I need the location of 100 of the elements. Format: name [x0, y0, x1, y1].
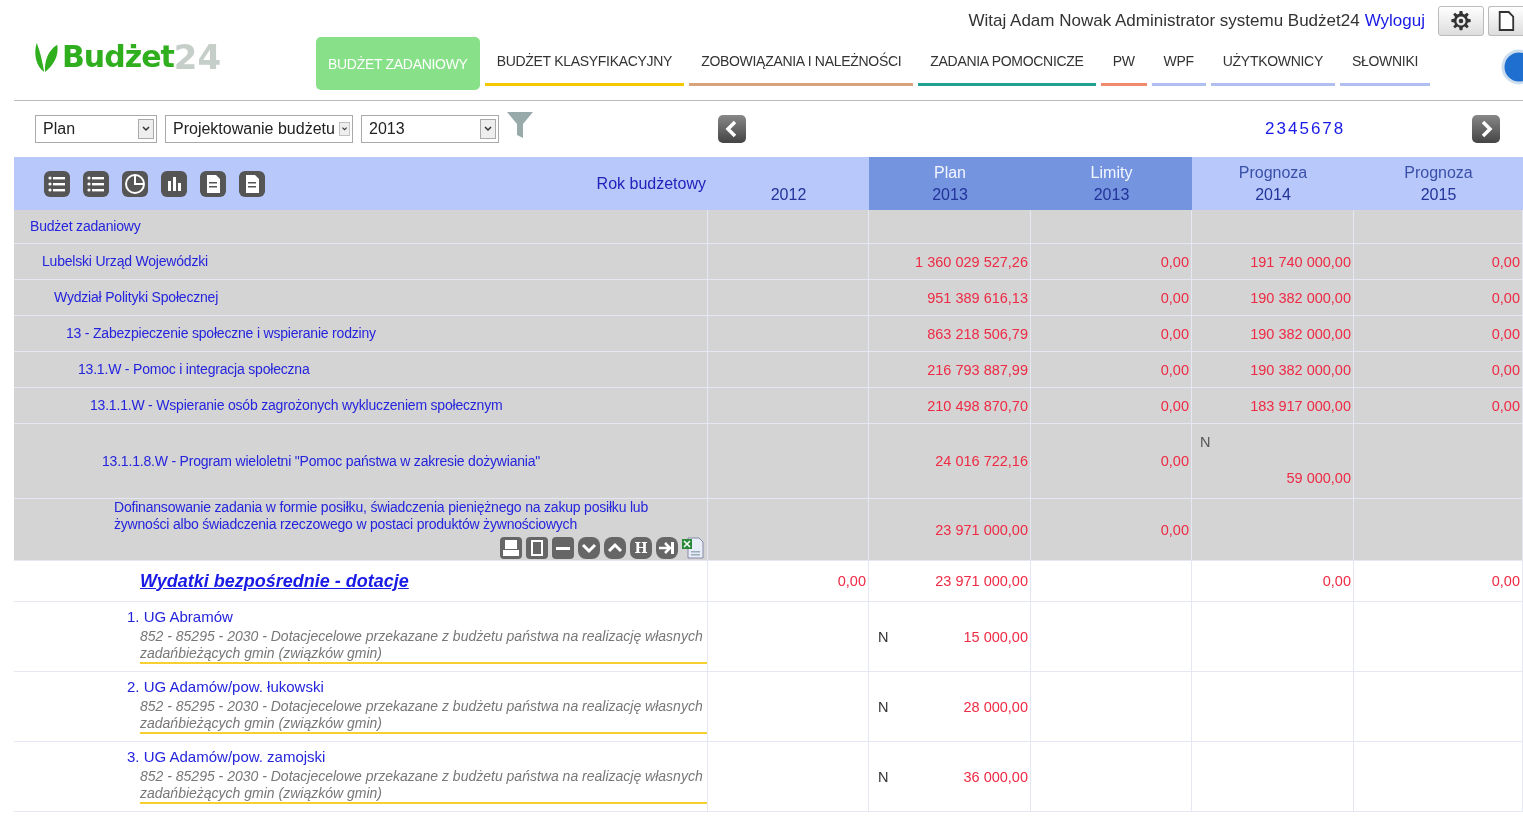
amount-value: 183 917 000,00 [1250, 397, 1351, 414]
nav-tab[interactable]: ZADANIA POMOCNICZE [918, 38, 1096, 86]
dropdown[interactable]: 2013 [361, 115, 499, 143]
amount-value: 59 000,00 [1286, 470, 1351, 486]
spreadsheet-icon[interactable] [681, 536, 705, 560]
amount-value: 0,00 [1491, 361, 1520, 378]
caret-icon[interactable] [138, 119, 154, 139]
amount-value: 0,00 [1491, 325, 1520, 342]
tree-item[interactable]: Wydział Polityki Społecznej [54, 289, 227, 306]
amount-value: 191 740 000,00 [1250, 253, 1351, 270]
caret-icon[interactable] [338, 119, 350, 139]
amount-value: 0,00 [1160, 361, 1189, 378]
column-header: 2012 [770, 185, 807, 204]
logo-text: Budżet [62, 40, 174, 74]
amount-value: 190 382 000,00 [1250, 289, 1351, 306]
document-icon[interactable] [237, 168, 267, 199]
column-header: 2013 [932, 185, 968, 204]
minus-icon[interactable] [551, 536, 575, 560]
caret-icon[interactable] [480, 119, 496, 139]
dropdown[interactable]: Plan [35, 115, 157, 143]
tree-item[interactable]: Dofinansowanie zadania w formie posiłku, świadczenia pieniężnego na zakup posiłku lub żywności albo świadczenia rzeczowego w postaci produktów żywnościowych [114, 499, 707, 533]
settings-button[interactable] [1438, 6, 1484, 36]
document-button[interactable] [1488, 6, 1523, 36]
flag-letter: N [1200, 434, 1211, 450]
nav-tab[interactable]: PW [1100, 38, 1147, 86]
amount-value: 0,00 [1160, 521, 1189, 538]
amount-value: 0,00 [1322, 573, 1351, 589]
h-button[interactable]: H [630, 537, 652, 559]
amount-value: 15 000,00 [963, 628, 1028, 645]
amount-value: 210 498 870,70 [927, 397, 1028, 414]
item-description: 852 - 85295 - 2030 - Dotacjecelowe przekazane z budżetu państwa na realizację własnych zadańbieżących gmin (związków gmin) [140, 626, 707, 664]
item-name[interactable]: 2. UG Adamów/pow. łukowski [127, 678, 707, 696]
document-icon[interactable] [198, 168, 228, 199]
page-link[interactable]: 6 [1310, 119, 1321, 139]
page-link[interactable]: 7 [1322, 119, 1332, 139]
flag-letter: N [878, 698, 889, 715]
dropdown[interactable]: Projektowanie budżetu [165, 115, 353, 143]
page-link[interactable]: 2 [1265, 119, 1275, 139]
page-link[interactable]: 8 [1333, 119, 1344, 139]
tree-item[interactable]: Lubelski Urząd Wojewódzki [42, 253, 216, 270]
page-link[interactable]: 3 [1276, 119, 1286, 139]
tree-item[interactable]: Budżet zadaniowy [30, 218, 149, 235]
column-header: Plan [934, 163, 966, 183]
gear-icon[interactable] [1450, 10, 1472, 32]
amount-value: 0,00 [1160, 289, 1189, 306]
amount-value: 0,00 [1160, 453, 1189, 469]
item-name[interactable]: 3. UG Adamów/pow. zamojski [127, 748, 707, 766]
page-link[interactable]: 5 [1299, 119, 1309, 139]
pie-chart-icon[interactable] [120, 168, 150, 199]
tree-item[interactable]: 13.1.1.8.W - Program wieloletni "Pomoc państwa w zakresie dożywiania" [102, 452, 549, 470]
amount-value: 28 000,00 [963, 698, 1028, 715]
bar-chart-icon[interactable] [159, 168, 189, 199]
nav-tab[interactable]: BUDŻET KLASYFIKACYJNY [484, 38, 685, 86]
list-icon[interactable] [42, 168, 72, 199]
item-description: 852 - 85295 - 2030 - Dotacjecelowe przekazane z budżetu państwa na realizację własnych zadańbieżących gmin (związków gmin) [140, 766, 707, 804]
nav-tab[interactable]: SŁOWNIKI [1339, 38, 1430, 86]
amount-value: 0,00 [1491, 573, 1520, 589]
item-description: 852 - 85295 - 2030 - Dotacjecelowe przekazane z budżetu państwa na realizację własnych zadańbieżących gmin (związków gmin) [140, 696, 707, 734]
chevron-down-icon[interactable] [577, 536, 601, 560]
item-name[interactable]: 1. UG Abramów [127, 608, 707, 626]
logout-link[interactable]: Wyloguj [1364, 11, 1425, 31]
tree-item[interactable]: 13.1.1.W - Wspieranie osób zagrożonych wykluczeniem społecznym [90, 397, 511, 414]
column-header: 2014 [1255, 185, 1291, 204]
tree-item[interactable]: 13 - Zabezpieczenie społeczne i wspieranie rodziny [66, 325, 384, 342]
nav-tab[interactable]: UŻYTKOWNICY [1210, 38, 1335, 86]
amount-value: 190 382 000,00 [1250, 325, 1351, 342]
amount-value: 951 389 616,13 [927, 289, 1028, 306]
column-header: Prognoza [1238, 163, 1308, 183]
amount-value: 0,00 [1491, 253, 1520, 270]
greeting-text: Witaj Adam Nowak Administrator systemu Budżet24 [968, 11, 1360, 31]
amount-value: 0,00 [1160, 325, 1189, 342]
amount-value: 24 016 722,16 [935, 453, 1028, 469]
logo-number: 24 [173, 40, 222, 74]
amount-value: 23 971 000,00 [935, 521, 1028, 538]
column-header: Limity [1090, 163, 1133, 183]
amount-value: 1 360 029 527,26 [915, 253, 1028, 270]
frame-icon[interactable] [525, 536, 549, 560]
chevron-up-icon[interactable] [603, 536, 627, 560]
amount-value: 0,00 [1491, 289, 1520, 306]
print-icon[interactable] [499, 536, 523, 560]
amount-value: 0,00 [1491, 397, 1520, 414]
amount-value: 36 000,00 [963, 768, 1028, 785]
amount-value: 190 382 000,00 [1250, 361, 1351, 378]
tree-item[interactable]: 13.1.W - Pomoc i integracja społeczna [78, 361, 318, 378]
nav-tab[interactable]: WPF [1151, 38, 1206, 86]
amount-value: 0,00 [837, 573, 866, 589]
flag-letter: N [878, 628, 889, 645]
list-icon[interactable] [81, 168, 111, 199]
column-header: Prognoza [1404, 163, 1473, 183]
column-header: 2013 [1093, 185, 1130, 204]
amount-value: 863 218 506,79 [927, 325, 1028, 342]
page-link[interactable]: 4 [1287, 119, 1298, 139]
amount-value: 0,00 [1160, 397, 1189, 414]
section-title[interactable]: Wydatki bezpośrednie - dotacje [140, 570, 409, 592]
nav-tab[interactable]: ZOBOWIĄZANIA I NALEŻNOŚCI [689, 38, 914, 86]
amount-value: 23 971 000,00 [935, 573, 1028, 589]
amount-value: 216 793 887,99 [927, 361, 1028, 378]
column-header: Rok budżetowy [596, 174, 706, 193]
document-icon[interactable] [1497, 10, 1515, 32]
column-header: 2015 [1420, 185, 1457, 204]
